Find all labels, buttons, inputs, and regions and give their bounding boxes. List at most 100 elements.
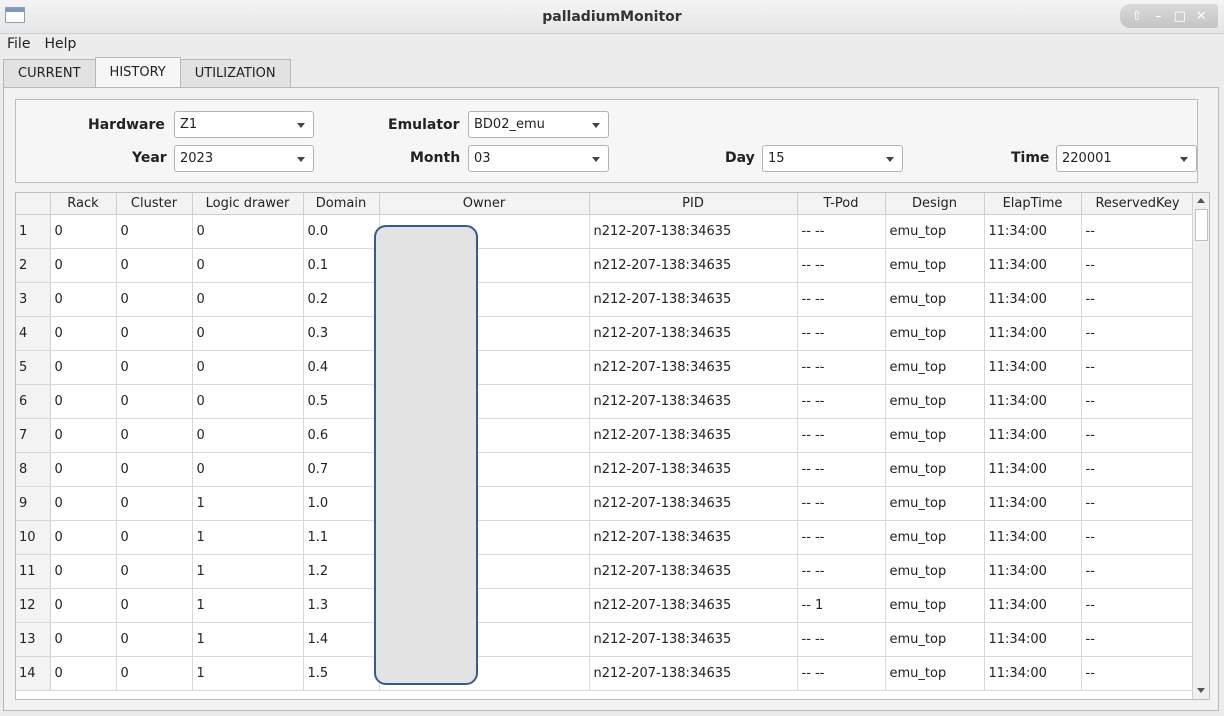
cell-reservedkey[interactable]: -- <box>1081 622 1195 657</box>
cell-t-pod[interactable]: -- -- <box>797 350 886 385</box>
cell-design[interactable]: emu_top <box>885 520 985 555</box>
history-table[interactable]: Rack Cluster Logic drawer Domain Owner P… <box>15 192 1210 700</box>
cell-pid[interactable]: n212-207-138:34635 <box>589 384 798 419</box>
cell-pid[interactable]: n212-207-138:34635 <box>589 520 798 555</box>
pin-icon[interactable]: ⇧ <box>1128 7 1146 25</box>
cell-elaptime[interactable]: 11:34:00 <box>984 316 1082 351</box>
cell-design[interactable]: emu_top <box>885 418 985 453</box>
scrollbar-thumb[interactable] <box>1195 209 1208 241</box>
cell-rack[interactable]: 0 <box>50 214 117 249</box>
column-header-logic-drawer[interactable]: Logic drawer <box>192 193 304 215</box>
column-header-elaptime[interactable]: ElapTime <box>984 193 1082 215</box>
cell-domain[interactable]: 0.1 <box>303 248 380 283</box>
cell-t-pod[interactable]: -- -- <box>797 554 886 589</box>
table-row[interactable]: 90011.0chenrenxuen212-207-138:34635-- --… <box>16 486 1195 521</box>
table-row[interactable]: 130011.4chenrenxuen212-207-138:34635-- -… <box>16 622 1195 657</box>
maximize-icon[interactable]: □ <box>1171 7 1189 25</box>
cell-rack[interactable]: 0 <box>50 554 117 589</box>
cell-cluster[interactable]: 0 <box>116 656 193 691</box>
cell-design[interactable]: emu_top <box>885 248 985 283</box>
cell-logic-drawer[interactable]: 0 <box>192 384 304 419</box>
cell-cluster[interactable]: 0 <box>116 282 193 317</box>
column-header-t-pod[interactable]: T-Pod <box>797 193 886 215</box>
cell-domain[interactable]: 0.0 <box>303 214 380 249</box>
row-header[interactable]: 5 <box>16 350 51 385</box>
cell-rack[interactable]: 0 <box>50 418 117 453</box>
cell-elaptime[interactable]: 11:34:00 <box>984 214 1082 249</box>
scroll-up-icon[interactable] <box>1197 198 1205 203</box>
row-header[interactable]: 6 <box>16 384 51 419</box>
row-header[interactable]: 13 <box>16 622 51 657</box>
cell-logic-drawer[interactable]: 1 <box>192 520 304 555</box>
row-header[interactable]: 11 <box>16 554 51 589</box>
cell-elaptime[interactable]: 11:34:00 <box>984 622 1082 657</box>
cell-reservedkey[interactable]: -- <box>1081 350 1195 385</box>
cell-rack[interactable]: 0 <box>50 622 117 657</box>
cell-reservedkey[interactable]: -- <box>1081 656 1195 691</box>
menu-file[interactable]: File <box>0 34 37 56</box>
hardware-select[interactable]: Z1 <box>174 111 314 138</box>
cell-reservedkey[interactable]: -- <box>1081 316 1195 351</box>
cell-logic-drawer[interactable]: 1 <box>192 656 304 691</box>
cell-t-pod[interactable]: -- -- <box>797 316 886 351</box>
cell-design[interactable]: emu_top <box>885 554 985 589</box>
cell-elaptime[interactable]: 11:34:00 <box>984 486 1082 521</box>
table-row[interactable]: 40000.3chenrenxuen212-207-138:34635-- --… <box>16 316 1195 351</box>
cell-reservedkey[interactable]: -- <box>1081 486 1195 521</box>
cell-reservedkey[interactable]: -- <box>1081 588 1195 623</box>
cell-t-pod[interactable]: -- 1 <box>797 588 886 623</box>
cell-logic-drawer[interactable]: 0 <box>192 418 304 453</box>
cell-elaptime[interactable]: 11:34:00 <box>984 418 1082 453</box>
cell-t-pod[interactable]: -- -- <box>797 486 886 521</box>
cell-elaptime[interactable]: 11:34:00 <box>984 656 1082 691</box>
cell-logic-drawer[interactable]: 1 <box>192 622 304 657</box>
table-row[interactable]: 60000.5chenrenxuen212-207-138:34635-- --… <box>16 384 1195 419</box>
cell-elaptime[interactable]: 11:34:00 <box>984 384 1082 419</box>
cell-t-pod[interactable]: -- -- <box>797 656 886 691</box>
column-header-domain[interactable]: Domain <box>303 193 380 215</box>
cell-rack[interactable]: 0 <box>50 316 117 351</box>
column-header-rack[interactable]: Rack <box>50 193 117 215</box>
cell-elaptime[interactable]: 11:34:00 <box>984 554 1082 589</box>
cell-elaptime[interactable]: 11:34:00 <box>984 452 1082 487</box>
cell-rack[interactable]: 0 <box>50 656 117 691</box>
cell-cluster[interactable]: 0 <box>116 350 193 385</box>
minimize-icon[interactable]: – <box>1149 7 1167 25</box>
cell-domain[interactable]: 1.4 <box>303 622 380 657</box>
cell-t-pod[interactable]: -- -- <box>797 418 886 453</box>
vertical-scrollbar[interactable] <box>1192 193 1209 699</box>
cell-logic-drawer[interactable]: 0 <box>192 248 304 283</box>
row-header[interactable]: 9 <box>16 486 51 521</box>
cell-reservedkey[interactable]: -- <box>1081 282 1195 317</box>
cell-cluster[interactable]: 0 <box>116 214 193 249</box>
cell-elaptime[interactable]: 11:34:00 <box>984 520 1082 555</box>
tab-history[interactable]: HISTORY <box>94 57 181 87</box>
cell-t-pod[interactable]: -- -- <box>797 622 886 657</box>
table-row[interactable]: 20000.1chenrenxuen212-207-138:34635-- --… <box>16 248 1195 283</box>
column-header-design[interactable]: Design <box>885 193 985 215</box>
cell-domain[interactable]: 1.3 <box>303 588 380 623</box>
cell-design[interactable]: emu_top <box>885 282 985 317</box>
cell-domain[interactable]: 0.2 <box>303 282 380 317</box>
close-icon[interactable]: ✕ <box>1192 7 1210 25</box>
cell-pid[interactable]: n212-207-138:34635 <box>589 350 798 385</box>
row-header[interactable]: 14 <box>16 656 51 691</box>
cell-domain[interactable]: 1.5 <box>303 656 380 691</box>
cell-pid[interactable]: n212-207-138:34635 <box>589 316 798 351</box>
cell-elaptime[interactable]: 11:34:00 <box>984 248 1082 283</box>
cell-domain[interactable]: 0.5 <box>303 384 380 419</box>
cell-design[interactable]: emu_top <box>885 622 985 657</box>
cell-logic-drawer[interactable]: 0 <box>192 350 304 385</box>
cell-cluster[interactable]: 0 <box>116 486 193 521</box>
column-header-owner[interactable]: Owner <box>379 193 590 215</box>
menu-help[interactable]: Help <box>37 34 83 56</box>
cell-pid[interactable]: n212-207-138:34635 <box>589 588 798 623</box>
cell-pid[interactable]: n212-207-138:34635 <box>589 282 798 317</box>
cell-logic-drawer[interactable]: 0 <box>192 282 304 317</box>
tab-utilization[interactable]: UTILIZATION <box>179 59 291 87</box>
cell-reservedkey[interactable]: -- <box>1081 520 1195 555</box>
cell-t-pod[interactable]: -- -- <box>797 452 886 487</box>
cell-logic-drawer[interactable]: 1 <box>192 486 304 521</box>
row-header[interactable]: 10 <box>16 520 51 555</box>
cell-cluster[interactable]: 0 <box>116 248 193 283</box>
